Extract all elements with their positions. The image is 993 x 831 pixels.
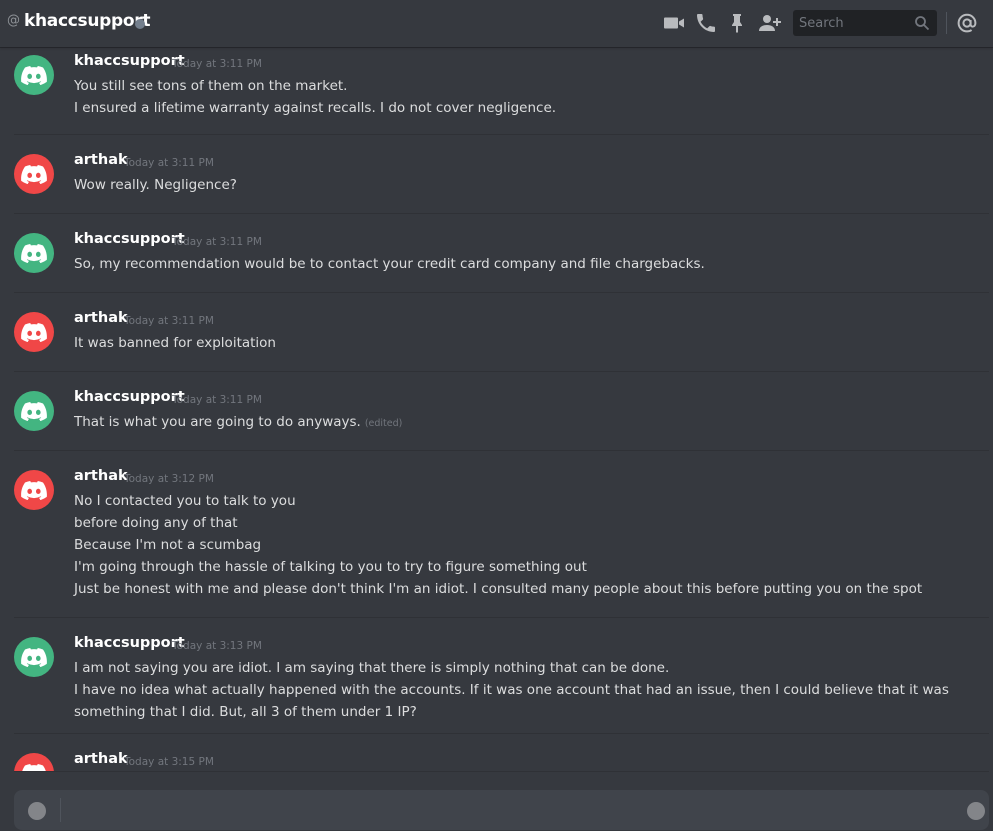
- search-box[interactable]: [793, 10, 937, 36]
- header-divider: [946, 12, 947, 34]
- message-author[interactable]: arthak: [74, 152, 128, 168]
- message-timestamp: Today at 3:12 PM: [124, 473, 214, 485]
- message-author[interactable]: arthak: [74, 468, 128, 484]
- message-input[interactable]: [72, 790, 956, 831]
- avatar[interactable]: [14, 154, 54, 194]
- message-line: You still see tons of them on the market…: [74, 78, 348, 94]
- message-line: Because I'm not a scumbag: [74, 537, 262, 553]
- message-line: I am not saying you are idiot. I am sayi…: [74, 660, 670, 676]
- message-list[interactable]: khaccsupport Today at 3:11 PM You still …: [0, 47, 993, 771]
- composer-separator: [60, 798, 61, 822]
- message-line: Wow really. Negligence?: [74, 177, 237, 193]
- dm-at-icon: @: [7, 13, 20, 28]
- message-author[interactable]: khaccsupport: [74, 389, 185, 405]
- message-line: I have no idea what actually happened wi…: [74, 682, 949, 720]
- message-timestamp: Today at 3:15 PM: [124, 756, 214, 768]
- add-friend-icon[interactable]: [757, 11, 781, 35]
- message-timestamp: Today at 3:11 PM: [124, 315, 214, 327]
- avatar[interactable]: [14, 233, 54, 273]
- message-author[interactable]: khaccsupport: [74, 53, 185, 69]
- discord-logo-icon: [21, 648, 47, 667]
- message-timestamp: Today at 3:11 PM: [172, 58, 262, 70]
- message-author[interactable]: arthak: [74, 751, 128, 767]
- message-line: So, my recommendation would be to contac…: [74, 256, 705, 272]
- discord-logo-icon: [22, 764, 46, 771]
- discord-logo-icon: [21, 244, 47, 263]
- message-line: I'm going through the hassle of talking …: [74, 559, 587, 575]
- discord-logo-icon: [21, 165, 47, 184]
- message-line: I ensured a lifetime warranty against re…: [74, 100, 557, 116]
- message-divider: [14, 371, 989, 372]
- message-timestamp: Today at 3:11 PM: [172, 236, 262, 248]
- message-author[interactable]: khaccsupport: [74, 231, 185, 247]
- avatar[interactable]: [14, 55, 54, 95]
- message-divider: [14, 733, 989, 734]
- search-input[interactable]: [793, 10, 911, 36]
- discord-logo-icon: [21, 323, 47, 342]
- composer-divider: [14, 771, 989, 772]
- message-text: That is what you are going to do anyways…: [74, 414, 361, 430]
- avatar[interactable]: [14, 391, 54, 431]
- mention-icon[interactable]: [955, 11, 979, 35]
- avatar[interactable]: [14, 312, 54, 352]
- discord-logo-icon: [21, 66, 47, 85]
- message-divider: [14, 450, 989, 451]
- pinned-messages-icon[interactable]: [725, 11, 749, 35]
- message-line: before doing any of that: [74, 515, 238, 531]
- channel-header: @ khaccsupport: [0, 0, 993, 47]
- avatar[interactable]: [14, 637, 54, 677]
- discord-logo-icon: [21, 402, 47, 421]
- message-author[interactable]: khaccsupport: [74, 635, 185, 651]
- video-call-icon[interactable]: [662, 11, 686, 35]
- upload-icon[interactable]: [28, 802, 46, 820]
- message-timestamp: Today at 3:13 PM: [172, 640, 262, 652]
- message-line: It was banned for exploitation: [74, 335, 276, 351]
- voice-call-icon[interactable]: [694, 11, 718, 35]
- message-line: No I contacted you to talk to you: [74, 493, 296, 509]
- channel-name[interactable]: khaccsupport: [24, 11, 150, 31]
- emoji-icon[interactable]: [967, 802, 985, 820]
- message-divider: [14, 134, 989, 135]
- message-timestamp: Today at 3:11 PM: [172, 394, 262, 406]
- discord-logo-icon: [21, 481, 47, 500]
- status-indicator: [135, 19, 145, 29]
- message-author[interactable]: arthak: [74, 310, 128, 326]
- avatar[interactable]: [14, 470, 54, 510]
- edited-tag: (edited): [364, 418, 403, 429]
- message-line: Just be honest with me and please don't …: [74, 581, 923, 597]
- message-divider: [14, 617, 989, 618]
- message-timestamp: Today at 3:11 PM: [124, 157, 214, 169]
- search-icon: [914, 15, 930, 31]
- message-divider: [14, 213, 989, 214]
- message-divider: [14, 292, 989, 293]
- message-line: That is what you are going to do anyways…: [74, 411, 954, 435]
- message-composer[interactable]: [14, 790, 989, 831]
- avatar[interactable]: [14, 753, 54, 771]
